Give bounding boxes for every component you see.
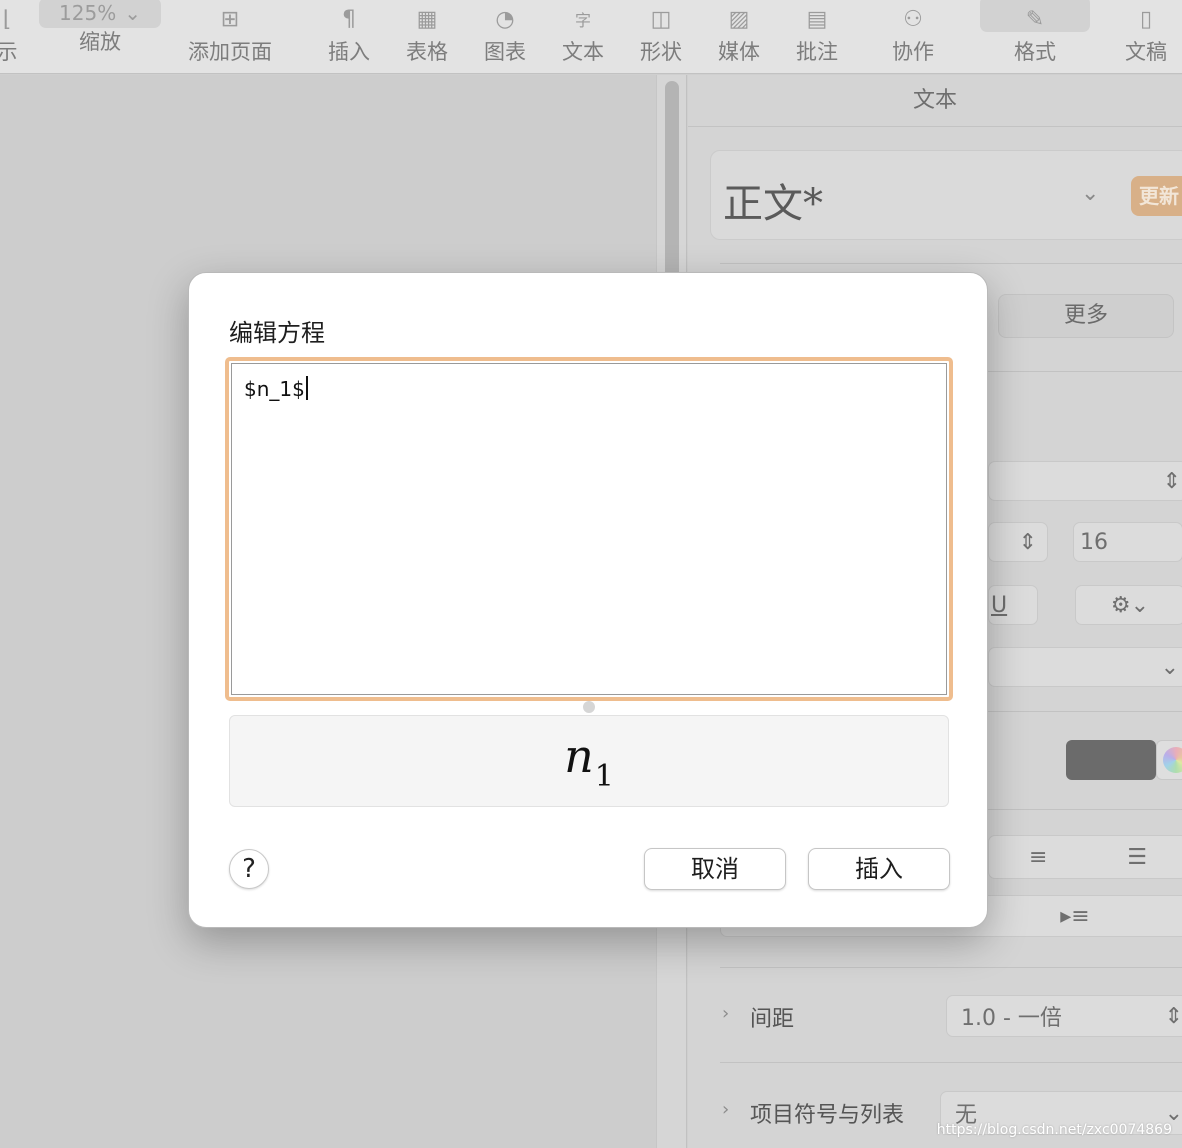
equation-source-line[interactable]: $n_1$ xyxy=(244,376,308,401)
zoom-value: 125% xyxy=(59,1,117,25)
zoom-popup[interactable]: 125% ⌄ xyxy=(39,0,161,28)
document-icon: ▯ xyxy=(1139,6,1153,32)
spacing-popup[interactable]: 1.0 - 一倍 ⇕ xyxy=(946,995,1182,1037)
typeface-popup[interactable]: ⇕ xyxy=(988,522,1048,562)
paragraph-style-popup[interactable]: 正文* ⌄ 更新 xyxy=(710,150,1182,240)
collaborate-icon: ⚇ xyxy=(903,6,923,32)
toolbar-item-shape[interactable]: ◫ 形状 xyxy=(630,0,692,74)
character-style-popup[interactable]: ⌄ xyxy=(988,647,1182,687)
updown-chevron-icon: ⇕ xyxy=(1018,529,1037,555)
media-icon: ▨ xyxy=(728,6,750,32)
insert-button[interactable]: 插入 xyxy=(808,848,950,890)
toolbar: ⌊ 示 125% ⌄ 缩放 ⊞ 添加页面 ¶ 插入 ▦ 表格 ◔ 图表 字 文本… xyxy=(0,0,1182,74)
comment-icon: ▤ xyxy=(806,6,828,32)
underline-button[interactable]: U xyxy=(988,585,1038,625)
pie-chart-icon: ◔ xyxy=(495,6,515,32)
toolbar-item-label: 文稿 xyxy=(1125,40,1167,64)
alignment-control[interactable]: ≡ ☰ xyxy=(988,835,1182,879)
toolbar-item-format[interactable]: ✎ 格式 xyxy=(1004,0,1066,74)
justify-icon[interactable]: ☰ xyxy=(1127,845,1147,870)
underline-icon: U xyxy=(991,592,1008,618)
divider xyxy=(720,967,1182,968)
equation-subscript: 1 xyxy=(594,758,614,794)
text-caret xyxy=(305,376,308,400)
spacing-label: 间距 xyxy=(750,1007,795,1032)
toolbar-item-label: 插入 xyxy=(328,40,370,64)
toolbar-item-label: 媒体 xyxy=(718,40,760,64)
zoom-control[interactable]: 125% ⌄ 缩放 xyxy=(38,0,162,74)
font-size-value: 16 xyxy=(1080,529,1108,555)
bullets-label: 项目符号与列表 xyxy=(750,1103,905,1128)
edit-equation-dialog: 编辑方程 $n_1$ n1 ? 取消 插入 xyxy=(188,272,988,928)
color-wheel-icon[interactable] xyxy=(1156,740,1182,780)
divider xyxy=(720,1062,1182,1063)
cancel-button[interactable]: 取消 xyxy=(644,848,786,890)
resize-handle[interactable] xyxy=(583,701,595,713)
font-family-popup[interactable]: ⇕ xyxy=(988,461,1182,501)
equation-source: $n_1$ xyxy=(244,377,305,401)
paragraph-style-name: 正文* xyxy=(723,181,823,227)
disclosure-triangle-icon[interactable]: › xyxy=(722,1003,729,1024)
divider xyxy=(720,263,1182,264)
watermark: https://blog.csdn.net/zxc0074869 xyxy=(936,1122,1172,1138)
gear-icon: ⚙⌄ xyxy=(1110,592,1150,618)
update-style-button[interactable]: 更新 xyxy=(1131,176,1182,216)
toolbar-item-chart[interactable]: ◔ 图表 xyxy=(474,0,536,74)
equation-input[interactable]: $n_1$ xyxy=(225,357,953,701)
toolbar-item-label: 形状 xyxy=(640,40,682,64)
increase-indent-icon[interactable]: ▸≡ xyxy=(1060,904,1089,929)
toolbar-item-partial[interactable]: ⌊ 示 xyxy=(0,0,20,74)
toolbar-item-label: 示 xyxy=(0,40,18,64)
updown-chevron-icon: ⇕ xyxy=(1164,1003,1182,1029)
toolbar-item-label: 批注 xyxy=(796,40,838,64)
toolbar-item-label: 添加页面 xyxy=(188,40,272,64)
sidebar-title: 文本 xyxy=(688,75,1182,127)
chevron-down-icon: ⌄ xyxy=(1160,654,1179,680)
toolbar-item-label: 协作 xyxy=(892,40,934,64)
equation-preview: n1 xyxy=(229,715,949,807)
toolbar-item-table[interactable]: ▦ 表格 xyxy=(396,0,458,74)
zoom-label: 缩放 xyxy=(79,30,121,54)
tab-more[interactable]: 更多 xyxy=(998,294,1174,338)
help-button[interactable]: ? xyxy=(229,849,269,889)
equation-base: n xyxy=(564,728,594,783)
toolbar-item-media[interactable]: ▨ 媒体 xyxy=(708,0,770,74)
toolbar-item-text[interactable]: 字 文本 xyxy=(552,0,614,74)
disclosure-triangle-icon[interactable]: › xyxy=(722,1099,729,1120)
dialog-title: 编辑方程 xyxy=(229,319,325,347)
shape-icon: ◫ xyxy=(650,6,672,32)
toolbar-item-add-page[interactable]: ⊞ 添加页面 xyxy=(180,0,280,74)
partial-icon: ⌊ xyxy=(2,6,12,32)
toolbar-item-label: 格式 xyxy=(1014,40,1056,64)
add-page-icon: ⊞ xyxy=(220,6,240,32)
toolbar-item-document[interactable]: ▯ 文稿 xyxy=(1115,0,1177,74)
toolbar-item-insert[interactable]: ¶ 插入 xyxy=(318,0,380,74)
chevron-down-icon: ⌄ xyxy=(124,1,141,25)
font-size-field[interactable]: 16 xyxy=(1073,522,1182,562)
chevron-down-icon: ⌄ xyxy=(1081,181,1100,206)
paintbrush-icon: ✎ xyxy=(1025,6,1045,32)
rendered-equation: n1 xyxy=(564,729,614,794)
toolbar-item-collaborate[interactable]: ⚇ 协作 xyxy=(882,0,944,74)
table-icon: ▦ xyxy=(416,6,438,32)
textbox-icon: 字 xyxy=(574,11,591,30)
spacing-value: 1.0 - 一倍 xyxy=(961,1006,1062,1031)
toolbar-item-label: 文本 xyxy=(562,40,604,64)
pilcrow-icon: ¶ xyxy=(342,6,356,32)
toolbar-item-comment[interactable]: ▤ 批注 xyxy=(786,0,848,74)
align-right-icon[interactable]: ≡ xyxy=(1029,845,1047,870)
text-color-well[interactable] xyxy=(1066,740,1156,780)
toolbar-item-label: 图表 xyxy=(484,40,526,64)
updown-chevron-icon: ⇕ xyxy=(1162,468,1181,494)
text-options-button[interactable]: ⚙⌄ xyxy=(1075,585,1182,625)
equation-input-inner[interactable]: $n_1$ xyxy=(231,363,947,695)
toolbar-item-label: 表格 xyxy=(406,40,448,64)
